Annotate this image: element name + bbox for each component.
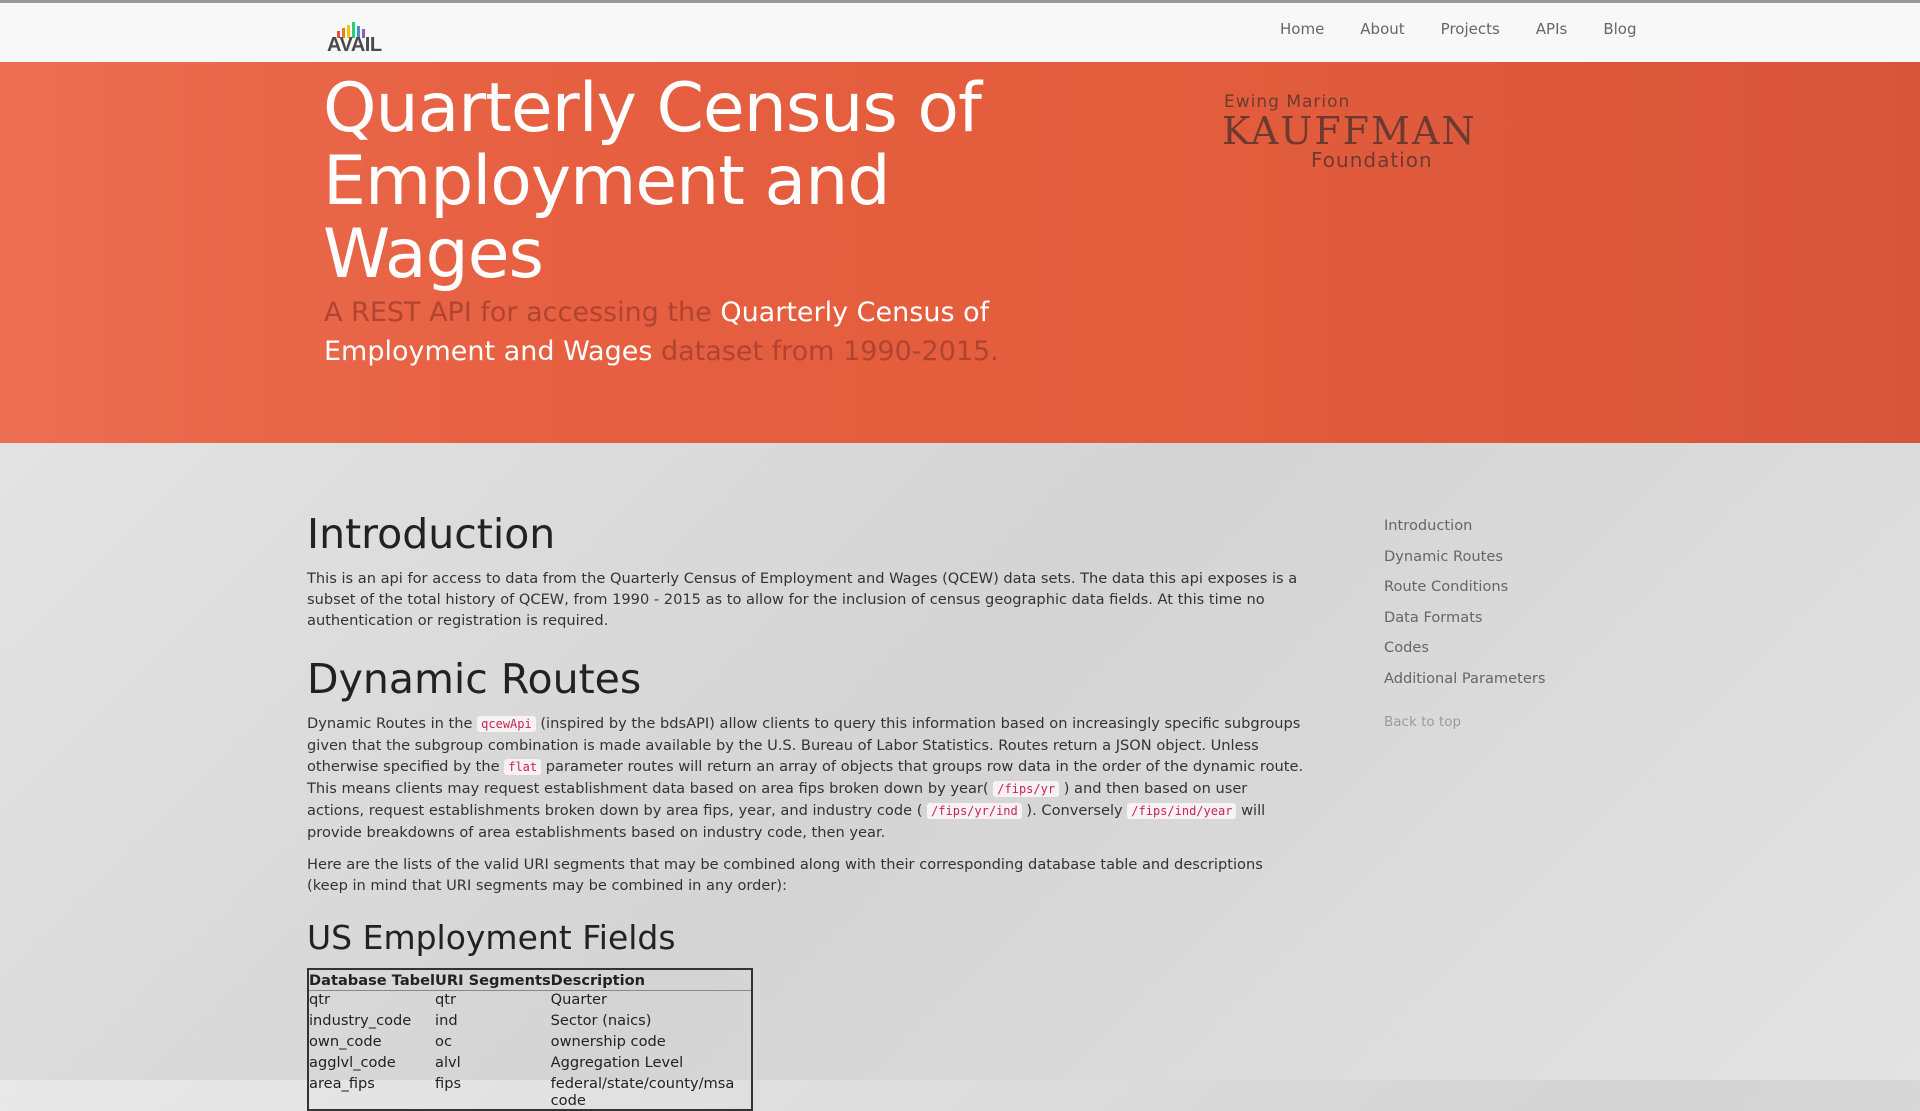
introduction-heading: Introduction [307,510,556,558]
table-cell: qtr [309,991,330,1008]
sidebar-item-dynamic-routes[interactable]: Dynamic Routes [1384,548,1604,579]
sidebar-item-route-conditions[interactable]: Route Conditions [1384,578,1604,609]
table-cell: ownership code [550,1033,666,1050]
code-flat: flat [504,759,542,775]
column-header: Description [550,969,752,991]
code-qcewapi: qcewApi [477,716,536,732]
nav-link-about[interactable]: About [1360,20,1404,38]
table-cell: agglvl_code [309,1054,396,1071]
hero-subtitle: A REST API for accessing the Quarterly C… [324,293,1024,371]
table-cell: Aggregation Level [550,1054,684,1071]
table-cell: area_fips [309,1075,375,1092]
sidebar-item-codes[interactable]: Codes [1384,639,1604,670]
table-row: own_code oc ownership code [308,1033,752,1054]
table-cell: Sector (naics) [550,1012,652,1029]
us-employment-fields-table: Database Tabel URI Segments Description … [307,968,753,1111]
table-cell: industry_code [309,1012,412,1029]
table-row: qtr qtr Quarter [308,991,752,1013]
subtitle-suffix: dataset from 1990-2015. [652,336,999,367]
code-fips-yr-ind: /fips/yr/ind [927,803,1022,819]
code-fips-ind-year: /fips/ind/year [1127,803,1237,819]
avail-logo[interactable]: AVAIL [327,20,383,56]
logo-text: AVAIL [327,34,382,56]
sidebar-item-data-formats[interactable]: Data Formats [1384,609,1604,640]
table-cell: alvl [435,1054,461,1071]
table-cell: own_code [309,1033,382,1050]
hero-banner: Quarterly Census of Employment and Wages… [0,62,1920,443]
page-title: Quarterly Census of Employment and Wages [323,69,982,294]
text-segment: ). Conversely [1021,802,1128,819]
table-body: qtr qtr Quarter industry_code ind Sector (nai… [308,991,752,1111]
table-cell: Quarter [550,991,608,1008]
subtitle-prefix: A REST API for accessing the [324,297,721,328]
introduction-text: This is an api for access to data from t… [307,570,1298,629]
top-navbar: AVAIL Home About Projects APIs Blog [0,3,1920,63]
code-fips-yr: /fips/yr [993,781,1060,797]
sidebar-item-additional-parameters[interactable]: Additional Parameters [1384,670,1604,701]
column-header: Database Tabel [308,969,436,991]
nav-link-projects[interactable]: Projects [1441,20,1500,38]
sidebar-nav: Introduction Dynamic Routes Route Condit… [1384,517,1604,730]
table-cell: ind [435,1012,458,1029]
back-to-top-link[interactable]: Back to top [1384,714,1604,730]
table-cell: qtr [435,991,457,1008]
us-employment-fields-heading: US Employment Fields [307,918,676,957]
nav-link-apis[interactable]: APIs [1536,20,1568,38]
column-header: URI Segments [435,969,551,991]
table-cell: federal/state/county/msa code [550,1075,735,1109]
nav-links: Home About Projects APIs Blog [1280,20,1673,38]
dynamic-routes-heading: Dynamic Routes [307,655,642,703]
table-cell: fips [435,1075,462,1092]
table-row: industry_code ind Sector (naics) [308,1012,752,1033]
main-content: Introduction This is an api for access t… [307,510,1307,1111]
text-segment: Dynamic Routes in the [307,715,478,732]
dynamic-routes-text: Dynamic Routes in the qcewApi (inspired … [307,713,1307,843]
sidebar-item-introduction[interactable]: Introduction [1384,517,1604,548]
table-row: agglvl_code alvl Aggregation Level [308,1054,752,1075]
kauffman-logo: Ewing Marion KAUFFMAN Foundation [1222,92,1477,172]
uri-segments-text: Here are the lists of the valid URI segm… [307,856,1263,894]
kauffman-line-2: KAUFFMAN [1222,109,1477,153]
table-cell: oc [435,1033,452,1050]
nav-link-blog[interactable]: Blog [1603,20,1636,38]
table-header-row: Database Tabel URI Segments Description [308,969,752,991]
table-row: area_fips fips federal/state/county/msa co… [308,1075,752,1110]
nav-link-home[interactable]: Home [1280,20,1324,38]
